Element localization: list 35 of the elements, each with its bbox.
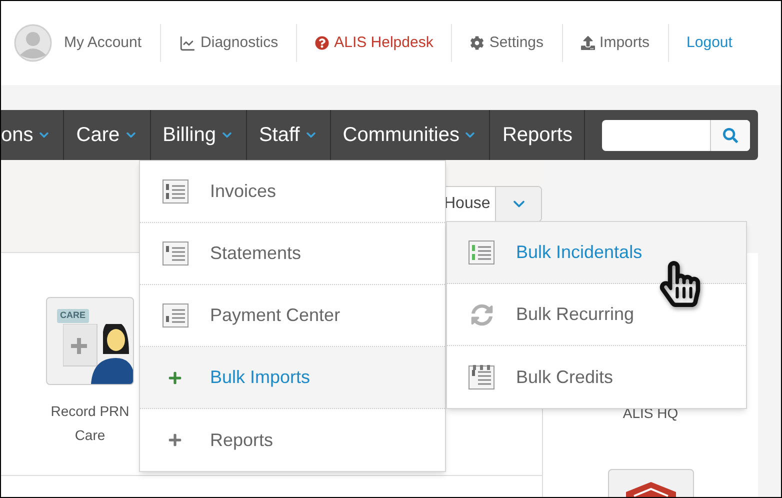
menu-item[interactable]: Reports	[140, 409, 445, 471]
document-icon	[468, 240, 495, 265]
header-link[interactable]: Logout	[686, 32, 732, 54]
settings-icon	[470, 36, 484, 50]
recurring-icon	[470, 304, 492, 326]
search-button[interactable]	[710, 120, 750, 150]
plus-icon	[168, 433, 182, 447]
care-label: CARE	[57, 309, 89, 322]
header-link[interactable]: Settings	[470, 32, 544, 54]
tile-label: Record PRN Care	[50, 402, 130, 445]
menu-item[interactable]: Bulk Incidentals	[447, 222, 746, 284]
header-link[interactable]: ALIS Helpdesk	[315, 32, 434, 54]
plus-icon	[168, 370, 182, 384]
document-icon	[162, 241, 188, 266]
menu-item[interactable]: Invoices	[140, 161, 445, 223]
help-icon	[315, 36, 330, 50]
search-field[interactable]	[602, 120, 750, 150]
hand-cursor-icon	[657, 261, 703, 307]
header-link[interactable]: My Account	[64, 32, 142, 54]
menu-item[interactable]: Statements	[140, 223, 445, 285]
search-icon	[723, 128, 738, 142]
menu-item[interactable]: Payment Center	[140, 285, 445, 347]
care-tile[interactable]: CARE	[46, 297, 134, 385]
calendar-icon	[468, 364, 495, 390]
header-link[interactable]: Imports	[580, 32, 650, 54]
header-link[interactable]: Diagnostics	[178, 32, 278, 54]
location-tile[interactable]	[608, 469, 694, 497]
document-icon	[162, 179, 188, 204]
cash-icon	[162, 303, 188, 328]
menu-item[interactable]: Bulk Credits	[447, 346, 746, 408]
upload-icon	[580, 36, 595, 50]
menu-item[interactable]: Bulk Imports	[140, 347, 445, 409]
menu-item[interactable]: Bulk Recurring	[447, 284, 746, 346]
chart-icon	[178, 34, 196, 52]
caregiver-drawing	[63, 324, 133, 384]
